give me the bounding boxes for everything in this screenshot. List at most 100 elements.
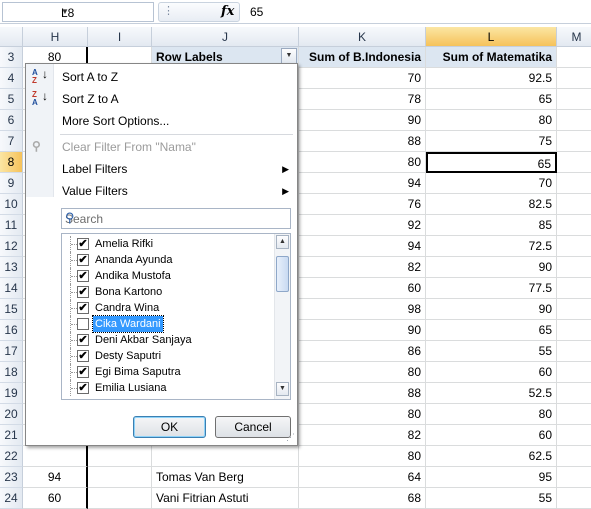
checkbox[interactable]: ✔ — [77, 286, 89, 298]
cell-h[interactable]: 60 — [23, 488, 88, 509]
sum-bindonesia-header[interactable]: Sum of B.Indonesia — [299, 47, 426, 68]
clear-filter-item[interactable]: ⚲ Clear Filter From "Nama" — [26, 136, 297, 158]
cell-l[interactable]: 55 — [426, 341, 557, 362]
checkbox[interactable]: ✔ — [77, 350, 89, 362]
cell-l[interactable]: 60 — [426, 362, 557, 383]
column-header-k[interactable]: K — [299, 27, 426, 47]
cell-l[interactable]: 65 — [426, 320, 557, 341]
cell-k[interactable]: 86 — [299, 341, 426, 362]
more-sort-options-item[interactable]: More Sort Options... — [26, 110, 297, 132]
row-header[interactable]: 12 — [0, 236, 23, 257]
cell-l[interactable]: 52.5 — [426, 383, 557, 404]
scroll-thumb[interactable] — [276, 256, 289, 292]
cell-k[interactable]: 64 — [299, 467, 426, 488]
cancel-button[interactable]: Cancel — [215, 416, 291, 438]
checkbox[interactable]: ✔ — [77, 366, 89, 378]
row-header[interactable]: 11 — [0, 215, 23, 236]
row-header[interactable]: 24 — [0, 488, 23, 509]
cell-m[interactable] — [557, 488, 591, 509]
cell-l[interactable]: 55 — [426, 488, 557, 509]
checkbox[interactable]: ✔ — [77, 334, 89, 346]
value-filters-item[interactable]: Value Filters ▶ — [26, 180, 297, 202]
cell-k[interactable]: 92 — [299, 215, 426, 236]
row-header[interactable]: 3 — [0, 47, 23, 68]
cell-k[interactable]: 98 — [299, 299, 426, 320]
cell-m[interactable] — [557, 320, 591, 341]
cell-m[interactable] — [557, 131, 591, 152]
cell-k[interactable]: 70 — [299, 68, 426, 89]
row-header[interactable]: 19 — [0, 383, 23, 404]
cell-k[interactable]: 94 — [299, 173, 426, 194]
cell-j[interactable] — [152, 446, 299, 467]
cell-m[interactable] — [557, 446, 591, 467]
cell-k[interactable]: 82 — [299, 425, 426, 446]
cell-m[interactable] — [557, 425, 591, 446]
filter-list-item[interactable]: ✔ Bona Kartono — [62, 284, 274, 300]
cell-l[interactable]: 90 — [426, 257, 557, 278]
checkbox[interactable]: ✔ — [77, 238, 89, 250]
checkbox[interactable]: ✔ — [77, 302, 89, 314]
cell-m[interactable] — [557, 173, 591, 194]
cell-l[interactable]: 95 — [426, 467, 557, 488]
row-header[interactable]: 5 — [0, 89, 23, 110]
cell-l[interactable]: 85 — [426, 215, 557, 236]
column-header-j[interactable]: J — [152, 27, 299, 47]
row-header[interactable]: 6 — [0, 110, 23, 131]
cell-m[interactable] — [557, 341, 591, 362]
row-header[interactable]: 9 — [0, 173, 23, 194]
name-box[interactable]: L8 ▼ — [2, 2, 154, 22]
cell-i[interactable] — [88, 446, 152, 467]
insert-function-button[interactable]: fx — [221, 4, 234, 19]
cell-l[interactable]: 60 — [426, 425, 557, 446]
formula-input[interactable]: 65 — [250, 5, 263, 19]
cell-k[interactable]: 78 — [299, 89, 426, 110]
row-header[interactable]: 17 — [0, 341, 23, 362]
chevron-down-icon[interactable]: ▼ — [61, 7, 150, 16]
row-header[interactable]: 8 — [0, 152, 23, 173]
filter-list-item[interactable]: ✔ Candra Wina — [62, 300, 274, 316]
cell-k[interactable]: 90 — [299, 110, 426, 131]
cell-m[interactable] — [557, 89, 591, 110]
checkbox[interactable] — [77, 318, 89, 330]
cell-l[interactable]: 70 — [426, 173, 557, 194]
scroll-down-button[interactable]: ▼ — [276, 382, 289, 396]
filter-list-item[interactable]: ✔ Ananda Ayunda — [62, 252, 274, 268]
cell-m[interactable] — [557, 110, 591, 131]
filter-list-item[interactable]: ✔ Emilia Lusiana — [62, 380, 274, 396]
sort-a-to-z-item[interactable]: A Z ↓ Sort A to Z — [26, 66, 297, 88]
cell-m[interactable] — [557, 362, 591, 383]
cell-m[interactable] — [557, 404, 591, 425]
cell-m[interactable] — [557, 194, 591, 215]
cell-m[interactable] — [557, 215, 591, 236]
cell-l[interactable]: 92.5 — [426, 68, 557, 89]
filter-list-item[interactable]: ✔ Deni Akbar Sanjaya — [62, 332, 274, 348]
cell-k[interactable]: 94 — [299, 236, 426, 257]
cell-m[interactable] — [557, 68, 591, 89]
active-cell[interactable]: 65 — [426, 152, 557, 173]
cell-k[interactable]: 60 — [299, 278, 426, 299]
row-header[interactable]: 15 — [0, 299, 23, 320]
cell-l[interactable]: 82.5 — [426, 194, 557, 215]
row-header[interactable]: 13 — [0, 257, 23, 278]
cell-m[interactable] — [557, 152, 591, 173]
cell-l[interactable]: 72.5 — [426, 236, 557, 257]
cell-m[interactable] — [557, 299, 591, 320]
cell-l[interactable]: 90 — [426, 299, 557, 320]
cell-k[interactable]: 80 — [299, 446, 426, 467]
filter-list-item[interactable]: ✔ Desty Saputri — [62, 348, 274, 364]
resize-grip-icon[interactable]: ⋰ — [286, 432, 295, 443]
select-all-corner[interactable] — [0, 27, 23, 47]
label-filters-item[interactable]: Label Filters ▶ — [26, 158, 297, 180]
cell-k[interactable]: 76 — [299, 194, 426, 215]
sum-matematika-header[interactable]: Sum of Matematika — [426, 47, 557, 68]
row-header[interactable]: 23 — [0, 467, 23, 488]
cell-m[interactable] — [557, 383, 591, 404]
cell-k[interactable]: 80 — [299, 152, 426, 173]
row-header[interactable]: 7 — [0, 131, 23, 152]
cell-m[interactable] — [557, 47, 591, 68]
cell-l[interactable]: 65 — [426, 89, 557, 110]
checkbox[interactable]: ✔ — [77, 382, 89, 394]
column-header-i[interactable]: I — [88, 27, 152, 47]
column-header-h[interactable]: H — [23, 27, 88, 47]
filter-list-item[interactable]: Cika Wardani — [62, 315, 274, 333]
